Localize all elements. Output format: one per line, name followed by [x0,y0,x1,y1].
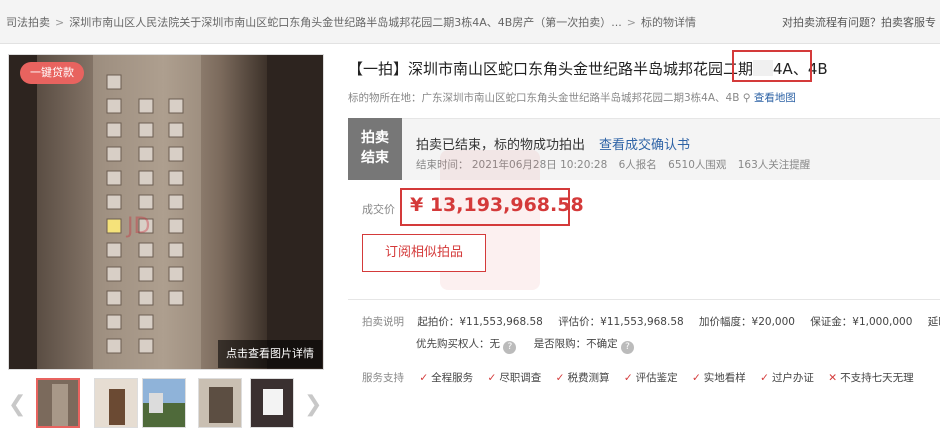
services-label: 服务支持 [362,372,404,384]
thumbnail-image [251,379,293,427]
start-price: 起拍价：¥11,553,968.58 [417,316,543,328]
auction-description: 拍卖说明 起拍价：¥11,553,968.58 评估价：¥11,553,968.… [362,314,940,329]
check-icon: ✓ [691,372,701,384]
subscribe-similar-button[interactable]: 订阅相似拍品 [362,234,486,272]
check-icon: ✓ [760,372,769,384]
price-label: 成交价 [362,203,395,216]
main-photo[interactable]: JD [8,54,324,370]
view-photo-details-button[interactable]: 点击查看图片详情 [218,340,322,368]
delay-period: 延时周 [927,316,940,328]
location: 标的物所在地：广东深圳市南山区蛇口东角头金世纪路半岛城邦花园二期3栋4A、4B … [348,90,796,105]
location-text: 标的物所在地：广东深圳市南山区蛇口东角头金世纪路半岛城邦花园二期3栋4A、4B [348,92,740,104]
title-text: 【一拍】深圳市南山区蛇口东角头金世纪路半岛城邦花园二期 [348,60,754,78]
thumbnail-5[interactable] [250,378,294,428]
breadcrumb-separator: > [55,16,65,29]
chevron-right-icon[interactable]: ❯ [304,392,322,417]
bid-increment: 加价幅度：¥20,000 [699,316,795,328]
deposit: 保证金：¥1,000,000 [810,316,913,328]
thumbnail-image [199,379,241,427]
view-count: 6510人围观 [668,159,727,171]
thumbnail-1[interactable] [36,378,80,428]
thumbnail-2[interactable] [94,378,138,428]
thumbnail-image [95,379,137,427]
description-label: 拍卖说明 [362,316,404,328]
help-link[interactable]: 对拍卖流程有问题？拍卖客服专 [782,14,936,30]
auction-description-row2: 优先购买权人：无 ? 是否限购：不确定 ? [416,336,648,354]
thumbnail-image [38,380,78,426]
breadcrumb-separator: > [626,16,636,29]
service-item[interactable]: ✓ 评估鉴定 [624,372,678,384]
priority-buyer: 优先购买权人：无 [416,338,500,350]
elevator-panel-photo: JD [9,55,323,369]
thumbnail-strip: ❮ ❯ [0,374,330,432]
check-icon: ✓ [487,372,497,384]
help-icon[interactable]: ? [621,341,635,354]
check-icon: ✓ [419,372,429,384]
view-confirmation-link[interactable]: 查看成交确认书 [599,138,690,153]
check-icon: ✓ [623,372,633,384]
svg-text:JD: JD [125,214,150,239]
appraisal-price: 评估价：¥11,553,968.58 [558,316,684,328]
service-item[interactable]: ✓ 尽职调查 [488,372,542,384]
signup-count: 6人报名 [618,159,657,171]
service-support: 服务支持 ✓ 全程服务 ✓ 尽职调查 ✓ 税费测算 ✓ 评估鉴定 ✓ 实地看样 ✓ 过户办证… [362,370,925,385]
map-pin-icon: ⚲ [742,92,751,104]
service-item[interactable]: ✓ 税费测算 [556,372,610,384]
follower-count: 163人关注提醒 [737,159,811,171]
loan-badge[interactable]: 一键贷款 [20,62,84,84]
help-icon[interactable]: ? [503,341,517,354]
purchase-restriction: 是否限购：不确定 [533,338,618,350]
breadcrumb-root[interactable]: 司法拍卖 [6,14,50,30]
breadcrumb: 司法拍卖 > 深圳市南山区人民法院关于深圳市南山区蛇口东角头金世纪路半岛城邦花园二期… [6,14,696,30]
status-tag-line2: 结束 [361,150,389,166]
status-tag-line1: 拍卖 [361,130,389,146]
cross-icon: ✕ [828,372,838,384]
breadcrumb-bar: 司法拍卖 > 深圳市南山区人民法院关于深圳市南山区蛇口东角头金世纪路半岛城邦花园二期… [0,0,940,44]
thumbnail-3[interactable] [142,378,186,428]
breadcrumb-court[interactable]: 深圳市南山区人民法院关于深圳市南山区蛇口东角头金世纪路半岛城邦花园二期3栋4A、… [69,14,622,30]
service-item[interactable]: ✓ 过户办证 [760,372,814,384]
highlight-box-price [400,188,570,226]
breadcrumb-current: 标的物详情 [641,16,696,29]
check-icon: ✓ [555,372,565,384]
highlight-box-units [732,50,812,82]
service-item[interactable]: ✓ 实地看样 [692,372,746,384]
thumbnail-image [143,379,185,427]
view-map-link[interactable]: 查看地图 [754,92,796,104]
divider [348,299,940,300]
chevron-left-icon[interactable]: ❮ [8,392,26,417]
service-item[interactable]: ✓ 全程服务 [419,372,473,384]
thumbnail-4[interactable] [198,378,242,428]
service-item-no-return[interactable]: ✕ 不支持七天无理 [828,372,913,384]
status-tag: 拍卖 结束 [348,118,402,180]
